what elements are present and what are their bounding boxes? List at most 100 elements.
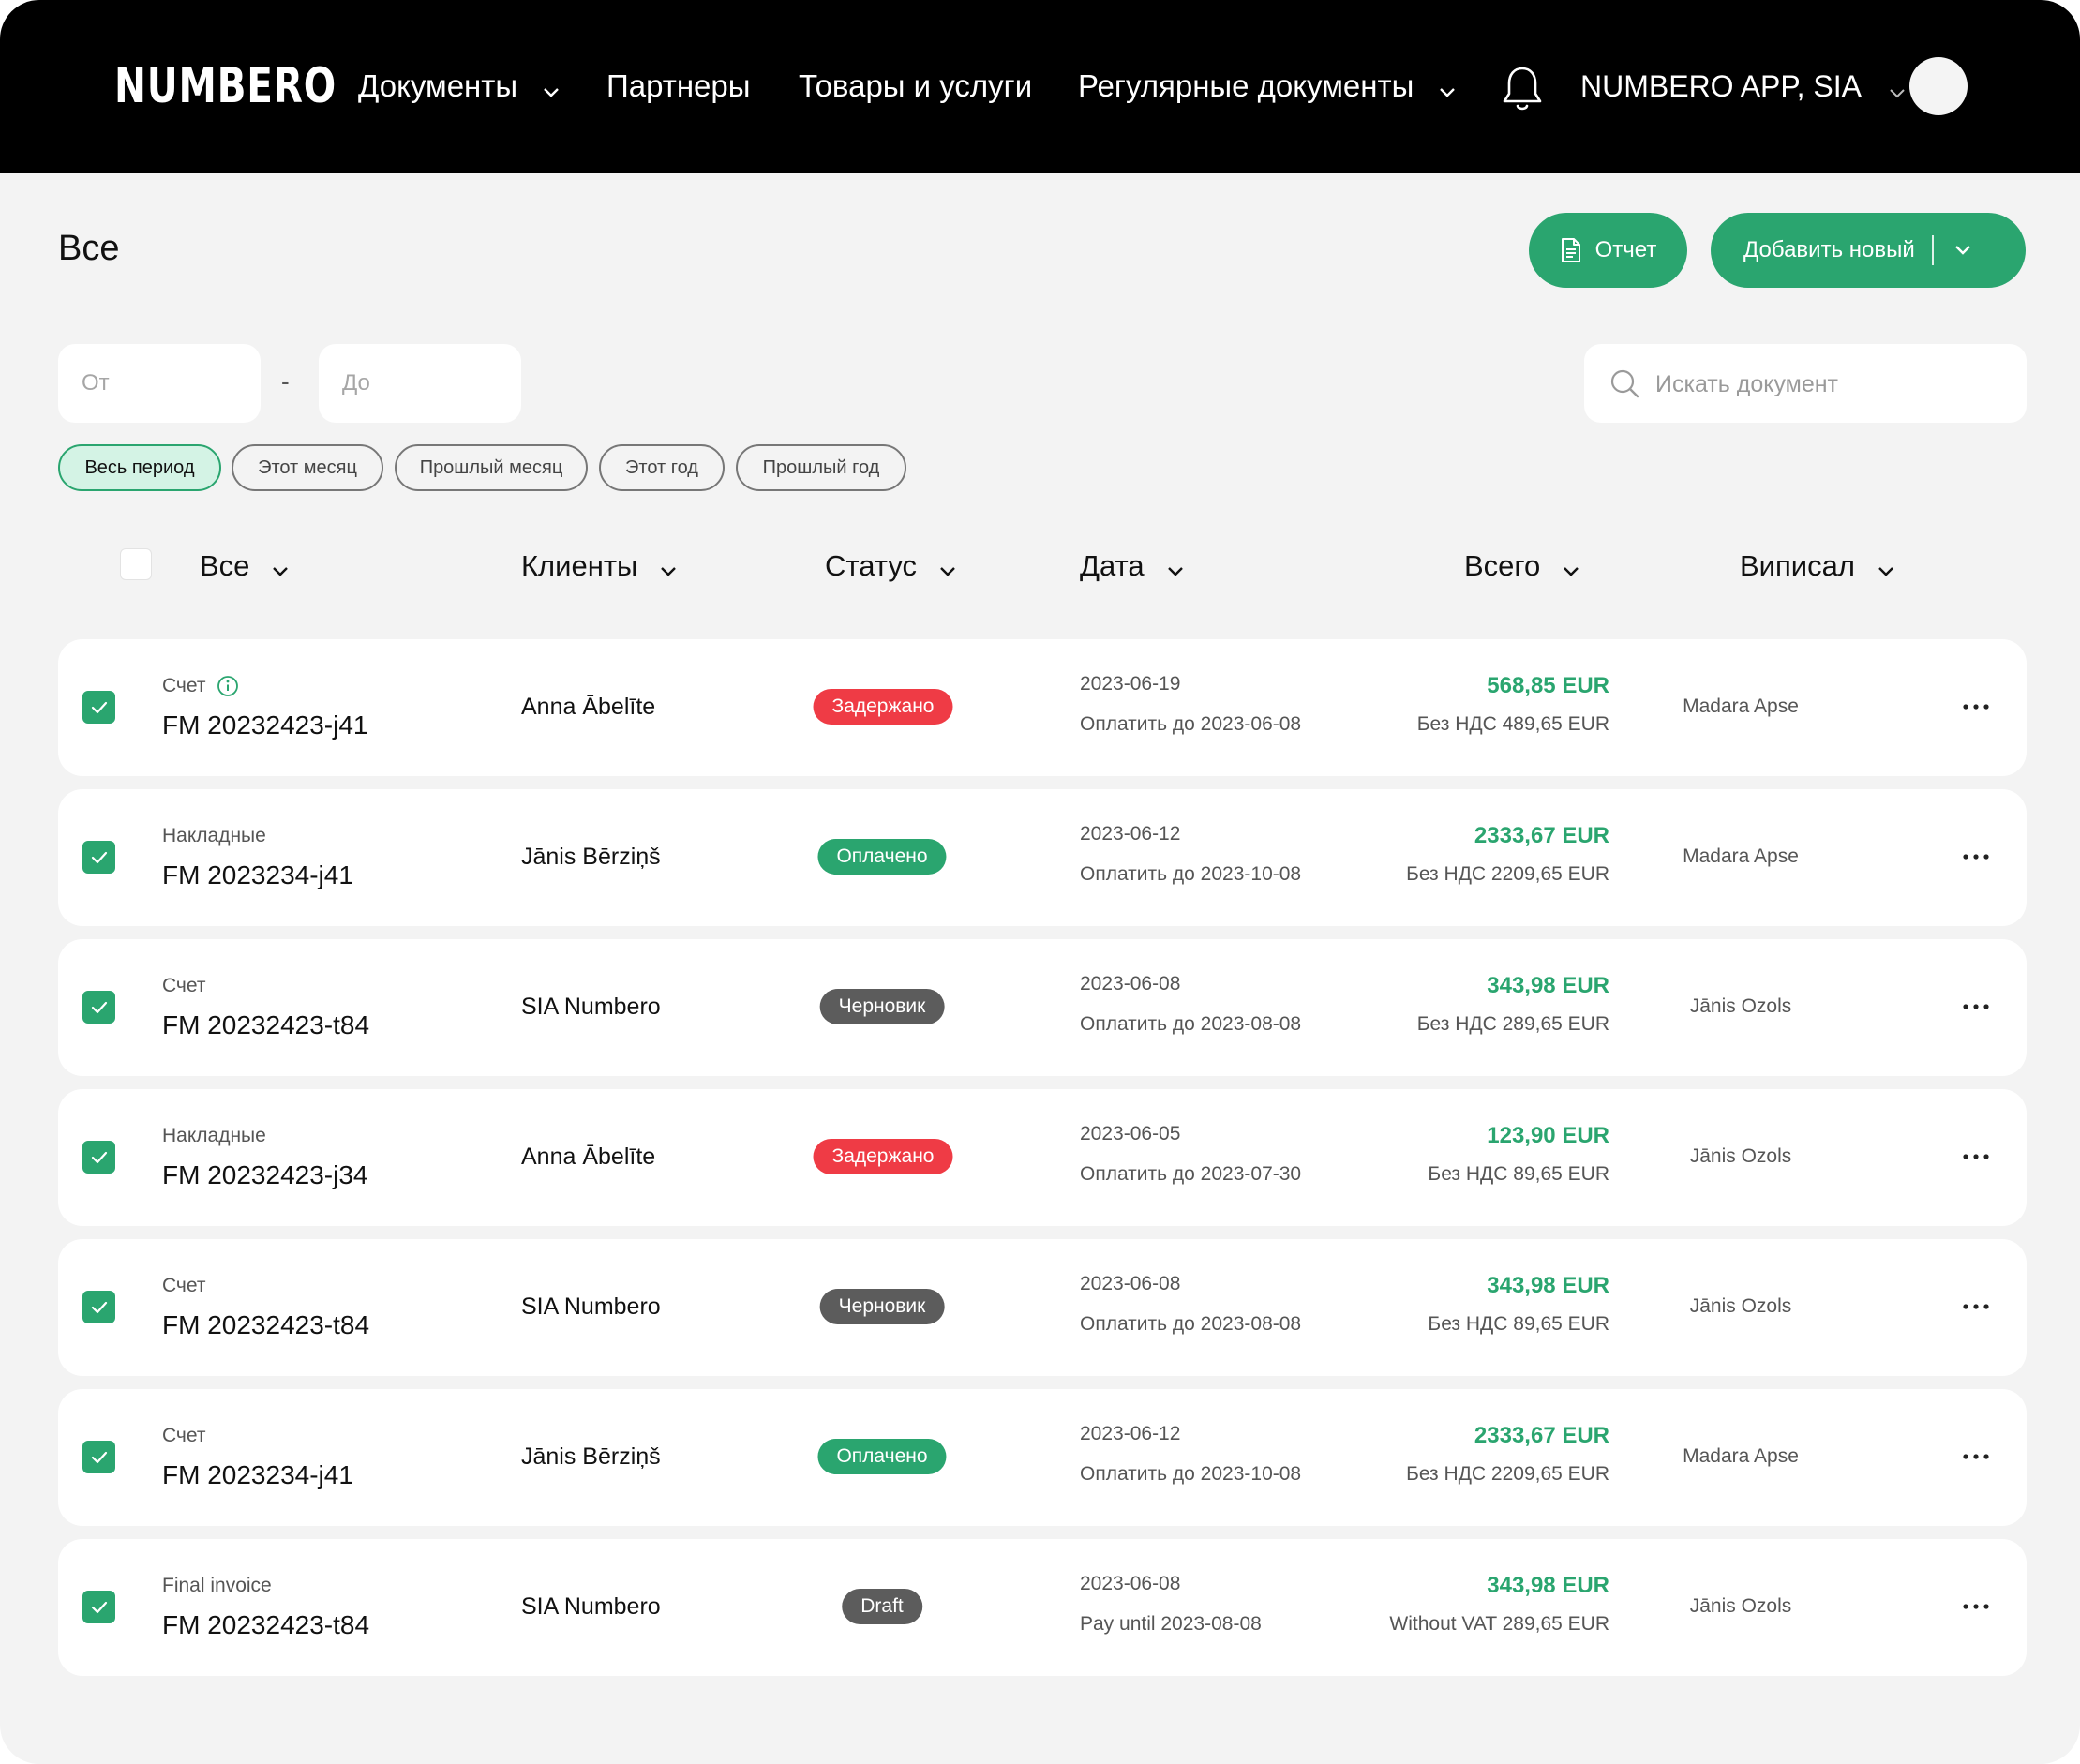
document-type: Счет	[162, 1425, 205, 1447]
column-header-clients[interactable]: Клиенты	[521, 546, 677, 589]
table-row[interactable]: Счет FM 2023234-j41 Jānis Bērziņš Оплачено 2…	[58, 1389, 2027, 1526]
add-new-button[interactable]: Добавить новый	[1711, 213, 2026, 288]
column-header-all-label: Все	[200, 549, 250, 582]
table-row[interactable]: Счет FM 20232423-j41 Anna Ābelīte Задержано…	[58, 639, 2027, 776]
period-chip-last-month[interactable]: Прошлый месяц	[395, 444, 588, 491]
document-type: Накладные	[162, 825, 266, 847]
client-name[interactable]: Jānis Bērziņš	[521, 1443, 661, 1471]
row-checkbox[interactable]	[82, 1291, 115, 1323]
column-header-date-label: Дата	[1080, 549, 1145, 582]
chevron-down-icon[interactable]	[1954, 245, 1971, 256]
client-name[interactable]: Anna Ābelīte	[521, 694, 655, 721]
period-chip-this-month[interactable]: Этот месяц	[232, 444, 383, 491]
report-button[interactable]: Отчет	[1529, 213, 1687, 288]
document-date: 2023-06-12	[1080, 823, 1181, 845]
row-checkbox[interactable]	[82, 841, 115, 874]
column-header-date[interactable]: Дата	[1080, 546, 1184, 589]
status-badge: Черновик	[819, 989, 945, 1024]
author-name: Jānis Ozols	[1689, 1295, 1792, 1317]
total-amount: 343,98 EUR	[1487, 1573, 1609, 1598]
column-header-all[interactable]: Все	[200, 546, 289, 589]
document-icon	[1561, 238, 1580, 262]
document-number[interactable]: FM 20232423-t84	[162, 1010, 369, 1040]
document-number[interactable]: FM 20232423-j34	[162, 1160, 367, 1190]
more-options-icon[interactable]	[1961, 1295, 1991, 1318]
table-row[interactable]: Накладные FM 20232423-j34 Anna Ābelīte Заде…	[58, 1089, 2027, 1226]
document-type-label: Счет	[162, 1275, 206, 1296]
amount-without-vat: Без НДС 89,65 EUR	[1428, 1163, 1609, 1185]
row-checkbox[interactable]	[82, 1591, 115, 1623]
user-avatar[interactable]	[1909, 57, 1968, 115]
report-button-label: Отчет	[1594, 237, 1657, 262]
search-icon	[1610, 369, 1639, 398]
search-input[interactable]	[1654, 344, 2013, 425]
column-header-author[interactable]: Виписал	[1740, 546, 1894, 589]
document-type: Накладные	[162, 1125, 266, 1147]
amount-without-vat: Без НДС 289,65 EUR	[1416, 1013, 1609, 1035]
document-type-label: Счет	[162, 975, 206, 996]
total-amount: 343,98 EUR	[1487, 973, 1609, 998]
status-badge: Оплачено	[817, 1439, 947, 1474]
more-options-icon[interactable]	[1961, 995, 1991, 1018]
more-options-icon[interactable]	[1961, 1445, 1991, 1468]
more-options-icon[interactable]	[1961, 845, 1991, 868]
column-header-status[interactable]: Статус	[825, 546, 956, 589]
document-number[interactable]: FM 20232423-t84	[162, 1310, 369, 1340]
more-options-icon[interactable]	[1961, 695, 1991, 718]
row-checkbox[interactable]	[82, 691, 115, 724]
period-chip-this-year[interactable]: Этот год	[599, 444, 725, 491]
document-number[interactable]: FM 2023234-j41	[162, 860, 353, 890]
period-chip-last-year[interactable]: Прошлый год	[736, 444, 906, 491]
nav-documents[interactable]: Документы	[358, 64, 560, 109]
due-date: Оплатить до 2023-07-30	[1080, 1163, 1302, 1185]
document-type: Final invoice	[162, 1575, 272, 1597]
numbero-logo[interactable]: NUMBERO	[114, 58, 337, 114]
period-chip-all[interactable]: Весь период	[58, 444, 221, 491]
nav-partners[interactable]: Партнеры	[606, 64, 750, 109]
amount-without-vat: Без НДС 89,65 EUR	[1428, 1313, 1609, 1335]
nav-recurring-label: Регулярные документы	[1078, 68, 1414, 103]
table-row[interactable]: Счет FM 20232423-t84 SIA Numbero Черновик 20…	[58, 1239, 2027, 1376]
date-to-input[interactable]	[319, 344, 521, 423]
table-row[interactable]: Final invoice FM 20232423-t84 SIA Numbero D…	[58, 1539, 2027, 1676]
button-divider	[1931, 235, 1934, 265]
client-name[interactable]: SIA Numbero	[521, 1593, 661, 1621]
column-header-total[interactable]: Всего	[1464, 546, 1579, 589]
document-number[interactable]: FM 20232423-j41	[162, 710, 367, 740]
chevron-down-icon	[1889, 67, 1906, 112]
row-checkbox[interactable]	[82, 1441, 115, 1473]
row-checkbox[interactable]	[82, 991, 115, 1024]
client-name[interactable]: Jānis Bērziņš	[521, 844, 661, 871]
chevron-down-icon	[1439, 66, 1456, 111]
client-name[interactable]: SIA Numbero	[521, 1293, 661, 1321]
date-from-input[interactable]	[58, 344, 261, 423]
author-name: Madara Apse	[1683, 695, 1799, 717]
info-icon[interactable]	[217, 675, 239, 697]
document-number[interactable]: FM 20232423-t84	[162, 1610, 369, 1640]
page-title: Все	[58, 229, 120, 268]
search-field[interactable]	[1584, 344, 2027, 425]
document-type-label: Накладные	[162, 1125, 266, 1146]
nav-recurring-documents[interactable]: Регулярные документы	[1078, 64, 1456, 109]
table-row[interactable]: Счет FM 20232423-t84 SIA Numbero Черновик 20…	[58, 939, 2027, 1076]
company-switcher[interactable]: NUMBERO APP, SIA	[1580, 64, 1906, 112]
more-options-icon[interactable]	[1961, 1145, 1991, 1168]
amount-without-vat: Без НДС 2209,65 EUR	[1406, 1463, 1609, 1485]
document-type-label: Final invoice	[162, 1575, 272, 1596]
client-name[interactable]: Anna Ābelīte	[521, 1144, 655, 1171]
select-all-checkbox[interactable]	[120, 548, 152, 580]
client-name[interactable]: SIA Numbero	[521, 994, 661, 1021]
row-checkbox[interactable]	[82, 1141, 115, 1174]
document-date: 2023-06-08	[1080, 973, 1181, 994]
document-number[interactable]: FM 2023234-j41	[162, 1460, 353, 1490]
amount-without-vat: Without VAT 289,65 EUR	[1389, 1613, 1609, 1635]
total-amount: 2333,67 EUR	[1474, 823, 1609, 848]
bell-icon[interactable]	[1500, 64, 1545, 112]
document-date: 2023-06-08	[1080, 1273, 1181, 1294]
column-header-author-label: Виписал	[1740, 549, 1855, 582]
document-type-label: Счет	[162, 1425, 206, 1446]
document-type: Счет	[162, 975, 205, 997]
nav-products[interactable]: Товары и услуги	[799, 64, 1032, 109]
more-options-icon[interactable]	[1961, 1595, 1991, 1618]
table-row[interactable]: Накладные FM 2023234-j41 Jānis Bērziņš Опла…	[58, 789, 2027, 926]
